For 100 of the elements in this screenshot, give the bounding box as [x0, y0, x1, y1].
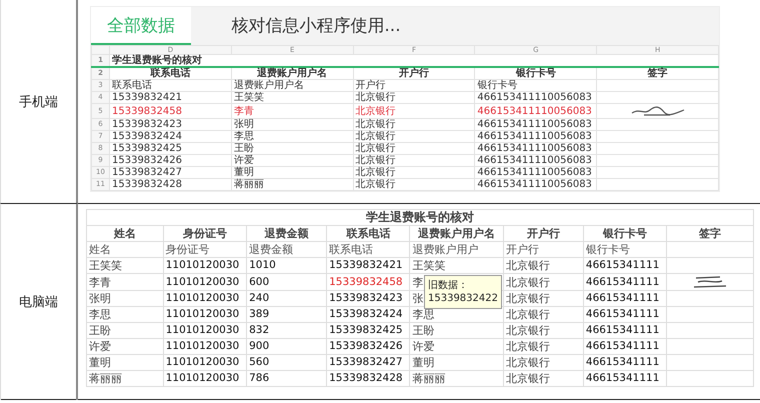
table-cell: 北京银行: [353, 92, 475, 104]
table-cell: 退费金额: [246, 242, 327, 258]
table-cell: 11010120030: [163, 338, 247, 354]
table-cell: 董明: [231, 166, 354, 178]
table-cell: 许爱: [410, 338, 504, 354]
table-cell: 北京银行: [503, 258, 584, 274]
table-cell: 15339832427: [326, 354, 410, 370]
table-cell: 466153411110056083: [474, 130, 597, 142]
table-cell: 11010120030: [163, 354, 247, 370]
table-cell: 蒋丽丽: [86, 370, 164, 386]
table-cell: 王盼: [410, 322, 504, 338]
table-cell: 15339832425: [326, 322, 410, 338]
table-cell: 张明: [231, 118, 354, 130]
header-cell: 银行卡号: [474, 67, 597, 80]
table-cell: 15339832424: [110, 130, 232, 142]
header-cell: 姓名: [86, 226, 164, 242]
table-cell: 832: [246, 322, 327, 338]
header-cell: 签字: [596, 67, 718, 80]
table-cell: 北京银行: [503, 290, 584, 306]
sheet-title: 学生退费账号的核对: [86, 210, 754, 226]
header-cell: 联系电话: [110, 67, 232, 80]
table-cell: 560: [246, 354, 327, 370]
table-cell: 600: [246, 274, 327, 290]
table-cell: 15339832424: [326, 306, 410, 322]
header-cell: 退费金额: [246, 226, 327, 242]
table-cell: 15339832421: [326, 258, 410, 274]
table-cell: 15339832428: [326, 370, 410, 386]
header-cell: 联系电话: [326, 226, 410, 242]
table-cell: 466153411110056083: [474, 92, 597, 104]
table-cell: 15339832427: [110, 166, 232, 178]
table-cell: 王盼: [86, 322, 164, 338]
table-cell: 姓名: [86, 242, 164, 258]
table-cell: 北京银行: [353, 130, 475, 142]
header-cell: 退费账户用户名: [231, 67, 354, 80]
table-cell: 开户行: [503, 242, 584, 258]
table-cell: 11010120030: [163, 306, 247, 322]
table-cell: 46615341111: [583, 354, 667, 370]
table-cell: 北京银行: [503, 306, 584, 322]
table-cell: 北京银行: [353, 154, 475, 166]
table-cell: 许爱: [86, 338, 164, 354]
table-cell: 北京银行: [503, 338, 584, 354]
table-cell: 王笑笑: [231, 92, 354, 104]
table-cell: 389: [246, 306, 327, 322]
header-cell: 退费账户用户名: [410, 226, 504, 242]
table-cell: 退费账户用户: [410, 242, 504, 258]
header-cell: 签字: [666, 226, 754, 242]
table-cell: 15339832426: [326, 338, 410, 354]
table-cell: 许爱: [231, 154, 354, 166]
table-cell: 身份证号: [163, 242, 247, 258]
header-cell: 身份证号: [163, 226, 247, 242]
table-cell: 11010120030: [163, 258, 247, 274]
table-cell: 15339832426: [110, 154, 232, 166]
table-cell: 11010120030: [163, 290, 247, 306]
table-cell: 15339832428: [110, 178, 232, 190]
table-cell: 董明: [86, 354, 164, 370]
table-cell: 退费账户用户名: [231, 80, 354, 92]
table-cell: 北京银行: [353, 104, 475, 118]
table-cell: 张明: [86, 290, 164, 306]
table-cell: 11010120030: [163, 274, 247, 290]
table-cell: 北京银行: [353, 166, 475, 178]
table-cell: 466153411110056083: [474, 178, 597, 190]
table-cell: 15339832423: [326, 290, 410, 306]
table-cell: 北京银行: [503, 322, 584, 338]
table-cell: 北京银行: [353, 178, 475, 190]
table-cell: 15339832458: [110, 104, 232, 118]
table-cell: 786: [246, 370, 327, 386]
table-cell: 46615341111: [583, 258, 667, 274]
table-cell: 北京银行: [503, 274, 584, 290]
table-cell: 46615341111: [583, 274, 667, 290]
table-cell: 北京银行: [503, 354, 584, 370]
table-cell: 李青: [231, 104, 354, 118]
table-cell: 开户行: [353, 80, 475, 92]
table-cell: 466153411110056083: [474, 104, 597, 118]
table-cell: 466153411110056083: [474, 118, 597, 130]
signature-icon: [630, 104, 686, 118]
table-cell: 1010: [246, 258, 327, 274]
table-cell: 李思: [86, 306, 164, 322]
table-cell: 蒋丽丽: [410, 370, 504, 386]
table-cell: 46615341111: [583, 322, 667, 338]
table-cell: 王盼: [231, 142, 354, 154]
table-cell: 11010120030: [163, 370, 247, 386]
table-cell: 15339832423: [110, 118, 232, 130]
table-cell: 银行卡号: [583, 242, 667, 258]
table-cell: 466153411110056083: [474, 142, 597, 154]
table-cell: 15339832458: [326, 274, 410, 290]
table-cell: 北京银行: [503, 370, 584, 386]
table-cell: 46615341111: [583, 370, 667, 386]
table-cell: 联系电话: [326, 242, 410, 258]
section-label: 电脑端: [19, 294, 58, 311]
header-cell: 开户行: [503, 226, 584, 242]
table-cell: 北京银行: [353, 118, 475, 130]
table-cell: 李思: [231, 130, 354, 142]
table-cell: 466153411110056083: [474, 154, 597, 166]
table-cell: 11010120030: [163, 322, 247, 338]
table-cell: 900: [246, 338, 327, 354]
table-cell: 李青: [86, 274, 164, 290]
table-cell: 王笑笑: [86, 258, 164, 274]
table-cell: 240: [246, 290, 327, 306]
table-cell: 北京银行: [353, 142, 475, 154]
table-cell: 15339832421: [110, 92, 232, 104]
